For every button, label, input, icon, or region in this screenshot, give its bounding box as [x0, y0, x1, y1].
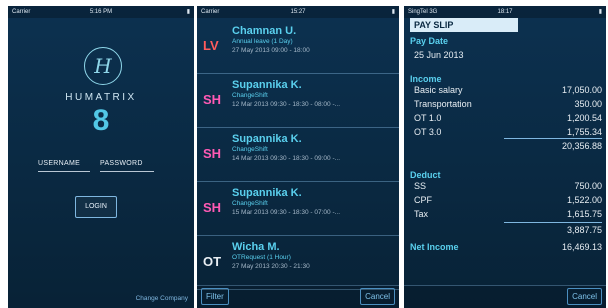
row-label: OT 3.0 [414, 127, 442, 137]
deduct-row: CPF 1,522.00 [414, 194, 602, 207]
income-total: 20,356.88 [561, 141, 602, 151]
request-type: ChangeShift [232, 92, 268, 99]
login-button[interactable]: LOGIN [75, 196, 117, 218]
version-number: 8 [92, 104, 110, 137]
payslip-screen: SingTel 3G 18:17 ▮ PAY SLIP Pay Date 25 … [404, 6, 606, 308]
request-time: 15 Mar 2013 09:30 - 18:30 - 07:00 -... [232, 209, 341, 216]
income-heading: Income [410, 74, 442, 84]
cancel-button[interactable]: Cancel [567, 288, 602, 305]
income-row: OT 1.0 1,200.54 [414, 112, 602, 125]
bottom-toolbar: Filter Cancel [197, 285, 399, 308]
battery-icon: ▮ [186, 9, 190, 15]
request-code: SH [203, 146, 222, 161]
humatrix-logo: H [84, 47, 122, 85]
brand-name: HUMATRIX [65, 92, 137, 103]
change-company-link[interactable]: Change Company [136, 295, 188, 302]
row-value: 350.00 [574, 99, 602, 109]
request-time: 27 May 2013 20:30 - 21:30 [232, 263, 310, 270]
net-income-value: 16,469.13 [561, 242, 602, 252]
row-label: SS [414, 181, 427, 191]
battery-icon: ▮ [391, 9, 395, 15]
pay-date-value: 25 Jun 2013 [414, 50, 464, 60]
income-row: Basic salary 17,050.00 [414, 84, 602, 97]
status-bar: Carrier 15:27 ▮ [197, 6, 399, 18]
row-value: 750.00 [574, 181, 602, 191]
request-type: Annual leave (1 Day) [232, 38, 293, 45]
row-value: 1,200.54 [566, 113, 602, 123]
employee-name: Wicha M. [232, 241, 280, 253]
request-code: SH [203, 200, 222, 215]
clock: 15:27 [290, 9, 306, 15]
net-income-label: Net Income [410, 242, 459, 252]
deduct-heading: Deduct [410, 170, 441, 180]
deduct-row: SS 750.00 [414, 180, 602, 193]
request-code: LV [203, 38, 219, 53]
deduct-divider [504, 222, 602, 223]
request-code: SH [203, 92, 222, 107]
username-field[interactable]: USERNAME [38, 160, 90, 172]
employee-name: Chamnan U. [232, 25, 297, 37]
deduct-total: 3,887.75 [566, 225, 602, 235]
request-type: ChangeShift [232, 146, 268, 153]
battery-icon: ▮ [598, 9, 602, 15]
income-divider [504, 138, 602, 139]
row-value: 1,615.75 [566, 209, 602, 219]
request-list-screen: Carrier 15:27 ▮ LV Chamnan U. Annual leave… [197, 6, 399, 308]
request-type: OTRequest (1 Hour) [232, 254, 291, 261]
filter-button[interactable]: Filter [201, 288, 229, 305]
row-label: OT 1.0 [414, 113, 442, 123]
list-item[interactable]: SH Supannika K. ChangeShift 12 Mar 2013 09:… [197, 74, 399, 128]
list-item[interactable]: LV Chamnan U. Annual leave (1 Day) 27 May 2… [197, 20, 399, 74]
status-bar: SingTel 3G 18:17 ▮ [404, 6, 606, 18]
list-item[interactable]: SH Supannika K. ChangeShift 14 Mar 2013 09:… [197, 128, 399, 182]
employee-name: Supannika K. [232, 187, 302, 199]
request-time: 12 Mar 2013 09:30 - 18:30 - 08:00 -... [232, 101, 341, 108]
status-bar: Carrier 5:16 PM ▮ [8, 6, 194, 18]
row-label: Transportation [414, 99, 472, 109]
row-label: CPF [414, 195, 432, 205]
income-row: Transportation 350.00 [414, 98, 602, 111]
list-item[interactable]: SH Supannika K. ChangeShift 15 Mar 2013 09:… [197, 182, 399, 236]
row-value: 17,050.00 [561, 85, 602, 95]
list-item[interactable]: OT Wicha M. OTRequest (1 Hour) 27 May 2013 … [197, 236, 399, 290]
request-time: 14 Mar 2013 09:30 - 18:30 - 09:00 -... [232, 155, 341, 162]
row-value: 1,522.00 [566, 195, 602, 205]
employee-name: Supannika K. [232, 133, 302, 145]
bottom-toolbar: Cancel [404, 285, 606, 308]
clock: 5:16 PM [89, 9, 113, 15]
row-label: Basic salary [414, 85, 463, 95]
deduct-row: Tax 1,615.75 [414, 208, 602, 221]
employee-name: Supannika K. [232, 79, 302, 91]
pay-date-label: Pay Date [410, 36, 449, 46]
request-type: ChangeShift [232, 200, 268, 207]
request-code: OT [203, 254, 222, 269]
row-label: Tax [414, 209, 429, 219]
cancel-button[interactable]: Cancel [360, 288, 395, 305]
page-title: PAY SLIP [410, 18, 518, 32]
password-field[interactable]: PASSWORD [100, 160, 154, 172]
login-screen: Carrier 5:16 PM ▮ H HUMATRIX 8 USERNAME … [8, 6, 194, 308]
request-time: 27 May 2013 09:00 - 18:00 [232, 47, 310, 54]
clock: 18:17 [497, 9, 513, 15]
